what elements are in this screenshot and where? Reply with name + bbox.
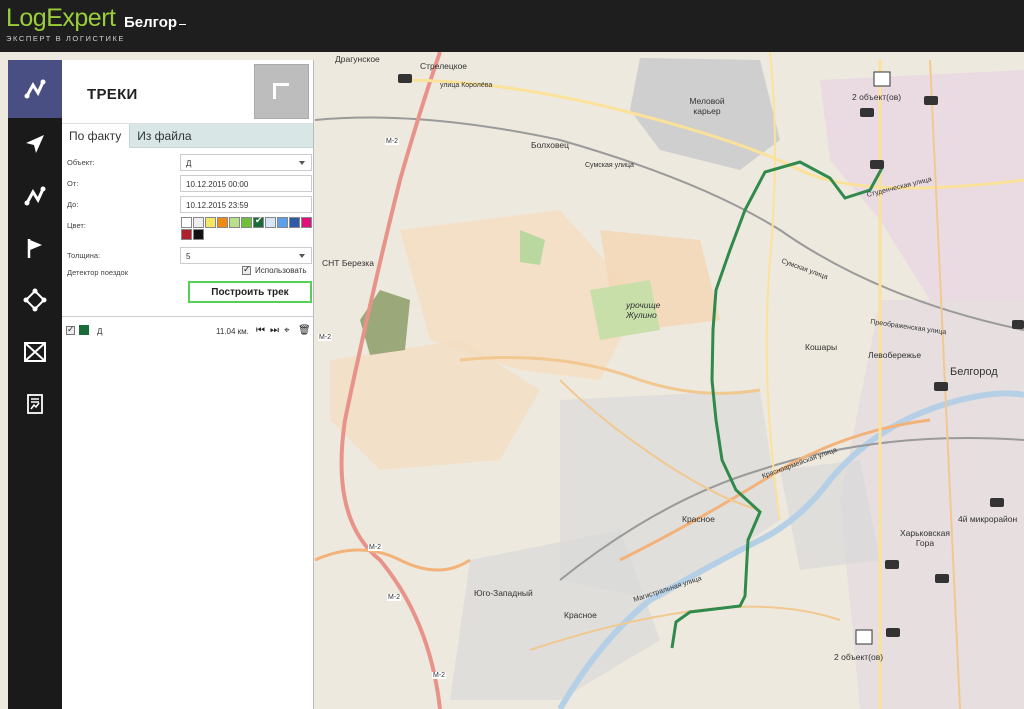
from-datetime-input[interactable]: 10.12.2015 00:00 <box>180 175 312 192</box>
detector-option-label: Использовать <box>255 266 307 275</box>
place-label: Юго-Западный <box>474 588 533 598</box>
rail-reports-button[interactable] <box>8 378 62 430</box>
object-select[interactable]: Д <box>180 154 312 171</box>
from-label: От: <box>67 179 79 188</box>
rail-messages-button[interactable] <box>8 326 62 378</box>
tab-from-file[interactable]: Из файла <box>130 124 199 148</box>
color-swatch[interactable] <box>253 215 264 228</box>
dropdown-icon <box>179 24 187 25</box>
report-icon <box>27 394 43 414</box>
color-swatch[interactable] <box>241 217 252 228</box>
track-visible-checkbox[interactable] <box>66 324 75 335</box>
detector-label: Детектор поездок <box>67 268 129 277</box>
rail-routes-button[interactable] <box>8 170 62 222</box>
rail-tracks-button[interactable] <box>8 60 62 118</box>
highway-shield: М-2 <box>385 138 400 145</box>
city-name: Белгор <box>124 14 178 31</box>
route-icon <box>24 186 46 206</box>
panel-header: ТРЕКИ <box>62 60 313 124</box>
thickness-row: Толщина: 5 <box>66 245 312 266</box>
street-label: улица Королёва <box>440 82 493 89</box>
highway-shield: М-2 <box>387 594 402 601</box>
thickness-label: Толщина: <box>67 251 101 260</box>
rail-navigation-button[interactable] <box>8 118 62 170</box>
route-icon <box>24 79 46 99</box>
rail-geofence-button[interactable] <box>8 274 62 326</box>
corner-icon <box>273 83 289 99</box>
track-row: Д 11.04 км. ⏮ ⏭ ⌖ 🗑 <box>66 324 312 339</box>
track-distance: 11.04 км. <box>216 327 249 336</box>
color-palette <box>181 215 313 241</box>
tab-bar: По факту Из файла <box>62 124 313 148</box>
object-row: Объект: Д <box>66 152 312 173</box>
city-selector[interactable]: Белгор <box>124 14 187 31</box>
logo-tagline: ЭКСПЕРТ В ЛОГИСТИКЕ <box>6 34 126 43</box>
place-label: Стрелецкое <box>420 61 468 71</box>
detector-checkbox[interactable]: Использовать <box>242 264 307 275</box>
place-label: 4й микрорайон <box>958 514 1018 524</box>
place-label: Красное <box>564 610 597 620</box>
color-swatch[interactable] <box>229 217 240 228</box>
panel-title: ТРЕКИ <box>87 86 138 103</box>
color-swatch[interactable] <box>277 217 288 228</box>
build-row: Построить трек <box>66 280 312 308</box>
envelope-icon <box>24 342 46 362</box>
highway-shield: М-2 <box>432 672 447 679</box>
tool-rail <box>8 60 62 709</box>
to-datetime-input[interactable]: 10.12.2015 23:59 <box>180 196 312 213</box>
place-label: Левобережье <box>868 350 922 360</box>
from-row: От: 10.12.2015 00:00 <box>66 173 312 194</box>
cluster-label[interactable]: 2 объект(ов) <box>852 92 901 102</box>
street-label: Сумская улица <box>585 162 634 169</box>
delete-icon[interactable]: 🗑 <box>298 325 311 336</box>
color-swatch[interactable] <box>265 217 276 228</box>
collapse-panel-button[interactable] <box>254 64 309 119</box>
tab-by-fact[interactable]: По факту <box>62 124 131 148</box>
track-name: Д <box>97 327 103 336</box>
color-swatch[interactable] <box>289 217 300 228</box>
color-swatch[interactable] <box>217 217 228 228</box>
rail-points-button[interactable] <box>8 222 62 274</box>
track-list: Д 11.04 км. ⏮ ⏭ ⌖ 🗑 <box>62 316 313 338</box>
place-label: урочище Жулино <box>626 300 661 320</box>
build-track-button[interactable]: Построить трек <box>188 281 312 303</box>
to-row: До: 10.12.2015 23:59 <box>66 194 312 215</box>
locate-icon[interactable]: ⌖ <box>284 325 290 336</box>
object-label: Объект: <box>67 158 95 167</box>
color-swatch[interactable] <box>301 217 312 228</box>
color-label: Цвет: <box>67 221 86 230</box>
flag-icon <box>27 239 42 258</box>
highway-shield: М-2 <box>368 544 383 551</box>
thickness-select[interactable]: 5 <box>180 247 312 264</box>
place-label: Меловой карьер <box>689 96 725 116</box>
color-swatch[interactable] <box>181 229 192 240</box>
tracks-panel: ТРЕКИ По факту Из файла Объект: Д От: 10… <box>62 60 314 709</box>
place-label: СНТ Березка <box>322 258 374 268</box>
place-label: Кошары <box>805 342 838 352</box>
logo-text: LogExpert <box>6 4 116 32</box>
place-label: Драгунское <box>335 54 380 64</box>
detector-row: Детектор поездок Использовать <box>66 264 309 280</box>
color-swatch[interactable] <box>193 217 204 228</box>
highway-shield: М-2 <box>318 334 333 341</box>
place-label: Харьковская Гора <box>900 528 950 548</box>
skip-start-icon[interactable]: ⏮ <box>256 325 265 336</box>
skip-end-icon[interactable]: ⏭ <box>270 325 279 336</box>
checkbox-icon <box>242 264 251 275</box>
logo[interactable]: LogExpert ЭКСПЕРТ В ЛОГИСТИКЕ <box>6 4 125 43</box>
place-label: Красное <box>682 514 715 524</box>
track-form: Объект: Д От: 10.12.2015 00:00 До: 10.12… <box>62 148 313 308</box>
cluster-label[interactable]: 2 объект(ов) <box>834 652 883 662</box>
color-swatch[interactable] <box>181 217 192 228</box>
to-label: До: <box>67 200 79 209</box>
track-color-swatch <box>79 325 89 335</box>
color-row: Цвет: <box>66 215 312 245</box>
color-swatch[interactable] <box>193 229 204 240</box>
color-swatch[interactable] <box>205 217 216 228</box>
geofence-icon <box>23 288 47 312</box>
top-bar: LogExpert ЭКСПЕРТ В ЛОГИСТИКЕ Белгор <box>0 0 1024 52</box>
place-label: Болховец <box>531 140 569 150</box>
navigation-arrow-icon <box>26 135 44 153</box>
city-label: Белгород <box>950 366 998 378</box>
